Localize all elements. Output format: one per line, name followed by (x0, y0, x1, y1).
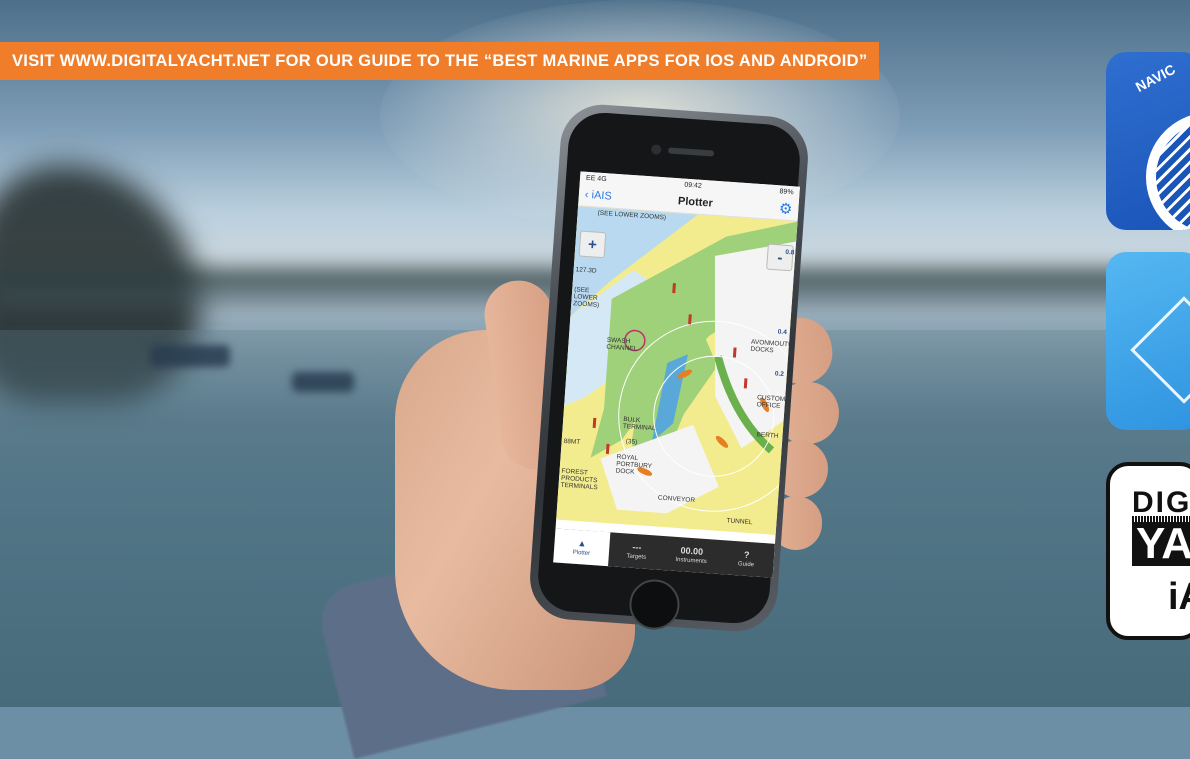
diamond-logo-icon (1130, 296, 1190, 404)
map-label: CUSTOM OFFICE (756, 394, 786, 410)
help-icon: ? (743, 549, 750, 561)
navionics-logo-icon (1146, 112, 1190, 230)
digitalyacht-app-name: iA (1168, 576, 1190, 618)
phone-face: EE 4G 09:42 89% ‹ iAIS Plotter ⚙ + - (SE… (535, 110, 803, 632)
map-label: (SEE LOWER ZOOMS) (573, 286, 600, 309)
tab-guide[interactable]: ? Guide (718, 540, 775, 578)
nautical-chart[interactable]: + - (SEE LOWER ZOOMS) 127.3D (SEE LOWER … (556, 206, 798, 535)
app-screen: EE 4G 09:42 89% ‹ iAIS Plotter ⚙ + - (SE… (553, 171, 800, 578)
map-label: (35) (625, 438, 638, 446)
battery-label: 89% (779, 187, 794, 196)
marine-app-icon[interactable] (1106, 252, 1190, 430)
gear-icon[interactable]: ⚙ (778, 200, 793, 218)
home-button[interactable] (627, 577, 682, 632)
tab-label: Plotter (572, 549, 591, 557)
map-label: ROYAL PORTBURY DOCK (615, 453, 653, 476)
smartphone: EE 4G 09:42 89% ‹ iAIS Plotter ⚙ + - (SE… (527, 101, 811, 635)
map-label: BERTH (756, 431, 779, 440)
map-label: FOREST PRODUCTS TERMINALS (560, 467, 598, 492)
navionics-app-icon[interactable]: NAVIC (1106, 52, 1190, 230)
tab-label: Guide (737, 561, 755, 569)
instruments-icon: 00.00 (680, 545, 704, 557)
zoom-in-button[interactable]: + (578, 230, 607, 259)
clock-label: 09:42 (684, 181, 703, 190)
map-label: 88MT (563, 437, 581, 446)
back-label: iAIS (591, 189, 613, 203)
map-label: 0.8 (785, 248, 795, 257)
front-camera-icon (650, 144, 662, 155)
carrier-label: EE 4G (585, 174, 607, 183)
digitalyacht-wordmark-mid: YAC (1132, 522, 1190, 566)
map-label: SWASH CHANNEL (606, 336, 638, 353)
tab-label: Instruments (675, 556, 707, 566)
digitalyacht-wordmark-top: DIG (1132, 486, 1190, 519)
map-label: AVONMOUTH DOCKS (750, 338, 793, 355)
targets-icon: --- (632, 541, 642, 553)
boat (292, 372, 354, 392)
map-label: BULK TERMINAL (622, 415, 656, 433)
tab-instruments[interactable]: 00.00 Instruments (663, 536, 720, 574)
promo-banner[interactable]: VISIT WWW.DIGITALYACHT.NET FOR OUR GUIDE… (0, 42, 880, 80)
map-label: 127.3D (575, 266, 597, 275)
tab-targets[interactable]: --- Targets (608, 532, 665, 570)
boat (150, 345, 230, 367)
navionics-wordmark: NAVIC (1132, 60, 1178, 96)
zoom-out-button[interactable]: - (766, 243, 794, 272)
page-title: Plotter (677, 195, 714, 210)
speaker-grille (667, 147, 715, 157)
map-label: 0.2 (774, 370, 785, 379)
plotter-icon: ▲ (577, 538, 587, 549)
digitalyacht-app-icon[interactable]: DIG YAC iA (1106, 462, 1190, 640)
back-button[interactable]: ‹ iAIS (584, 189, 612, 203)
tab-bar: ▲ Plotter --- Targets 00.00 Instruments … (553, 528, 775, 578)
tab-plotter[interactable]: ▲ Plotter (553, 528, 611, 567)
tab-label: Targets (626, 553, 647, 561)
map-label: 0.4 (777, 328, 788, 337)
